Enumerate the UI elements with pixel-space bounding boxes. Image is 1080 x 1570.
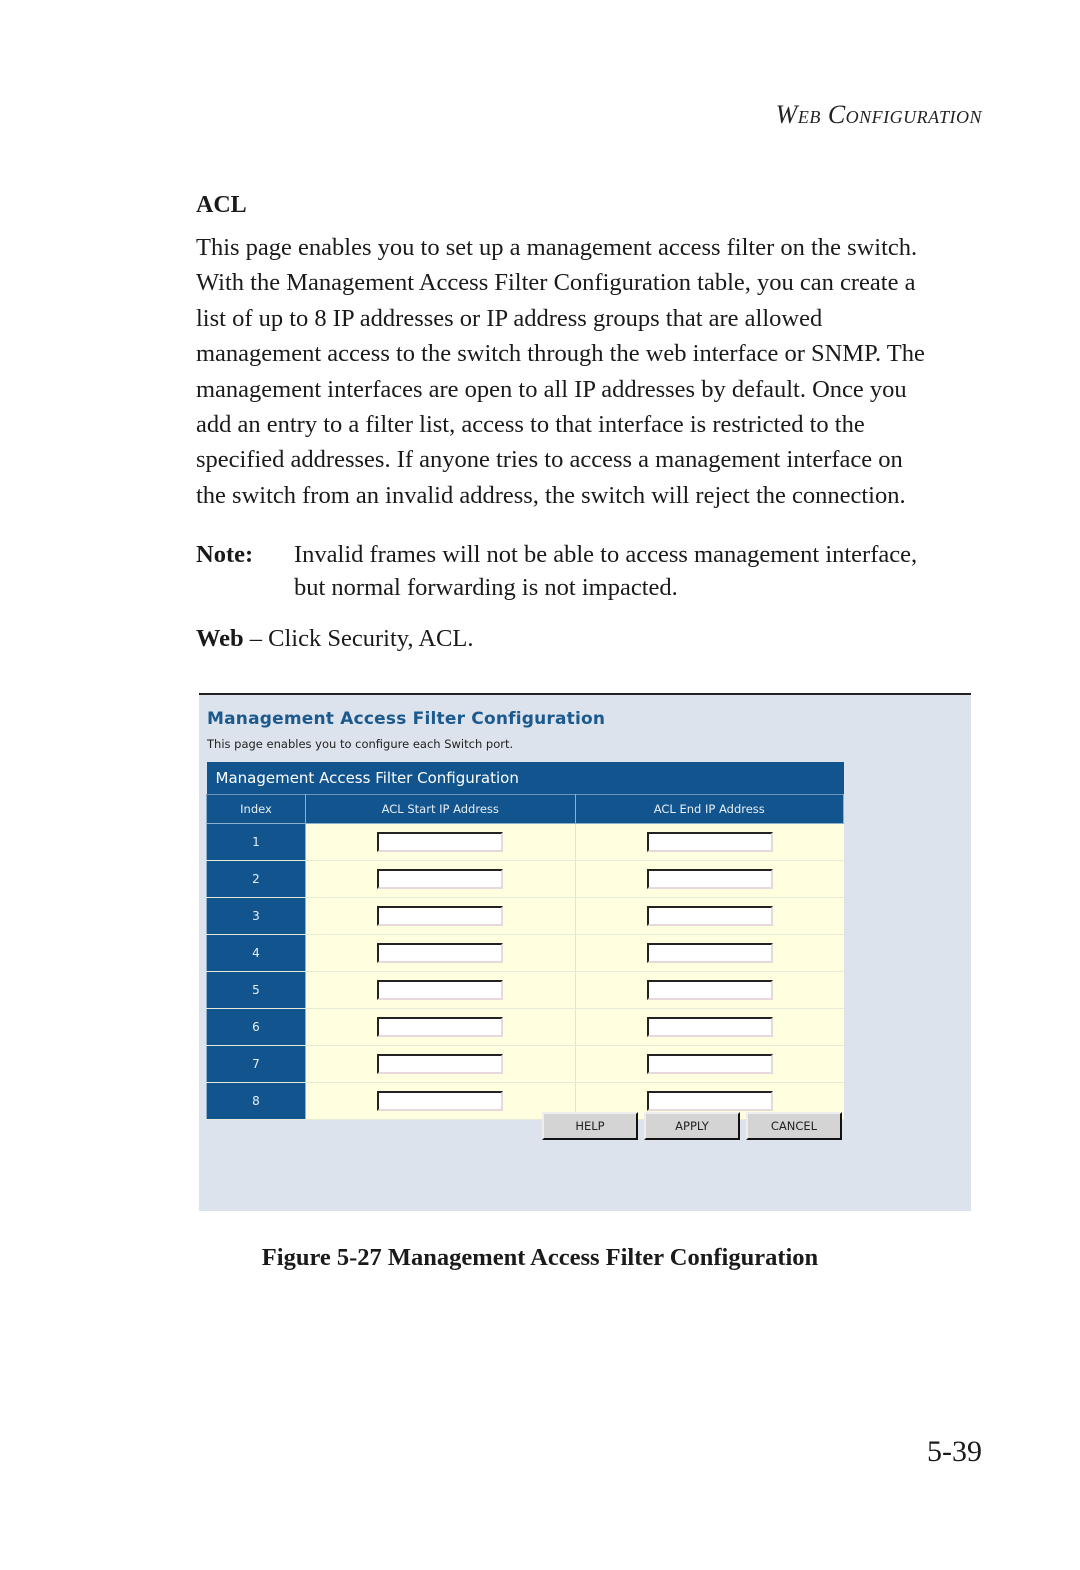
row-index: 4 [206,934,306,972]
end-ip-cell [574,823,844,861]
section-title: ACL [196,192,247,218]
start-ip-cell [305,971,576,1009]
note-label: Note: [196,541,254,568]
table-caption-row: Management Access Filter Configuration [206,762,844,795]
table-row: 7 [206,1045,844,1083]
help-button[interactable]: HELP [542,1112,638,1140]
body-paragraph: This page enables you to set up a manage… [196,230,986,513]
end-ip-input[interactable] [646,943,773,964]
start-ip-input[interactable] [377,906,504,927]
cancel-button[interactable]: CANCEL [746,1112,842,1140]
body-line: With the Management Access Filter Config… [196,269,916,297]
body-line: management access to the switch through … [196,340,925,368]
end-ip-input[interactable] [646,1017,773,1038]
web-instruction: Web – Click Security, ACL. [196,625,473,653]
start-ip-input[interactable] [377,980,504,1001]
start-ip-input[interactable] [377,869,504,890]
header-start-ip: ACL Start IP Address [305,794,576,824]
start-ip-cell [305,1045,576,1083]
note-text: Invalid frames will not be able to acces… [294,538,917,604]
start-ip-cell [305,1008,576,1046]
end-ip-cell [574,1045,844,1083]
row-index: 3 [206,897,306,935]
start-ip-cell [305,934,576,972]
body-line: management interfaces are open to all IP… [196,375,907,403]
row-index: 5 [206,971,306,1009]
table-row: 6 [206,1008,844,1046]
header-end-ip: ACL End IP Address [574,794,845,824]
table-header-row: Index ACL Start IP Address ACL End IP Ad… [206,794,845,824]
end-ip-input[interactable] [646,906,773,927]
web-instruction-text: – Click Security, ACL. [243,625,474,652]
row-index: 8 [206,1082,306,1120]
row-index: 1 [206,823,306,861]
note-line: Invalid frames will not be able to acces… [294,541,918,568]
table-row: 5 [206,971,844,1009]
page-number: 5-39 [927,1435,982,1468]
end-ip-cell [574,971,844,1009]
figure-caption: Figure 5-27 Management Access Filter Con… [261,1244,819,1271]
body-line: This page enables you to set up a manage… [196,234,918,261]
start-ip-cell [305,823,576,861]
apply-button[interactable]: APPLY [644,1112,740,1140]
start-ip-input[interactable] [377,1091,504,1112]
start-ip-input[interactable] [377,943,504,964]
table-row: 3 [206,897,844,935]
web-label: Web [196,625,244,652]
table-caption: Management Access Filter Configuration [206,762,844,795]
table-row: 4 [206,934,844,972]
body-line: add an entry to a filter list, access to… [196,411,865,439]
start-ip-input[interactable] [377,1054,504,1075]
end-ip-cell [574,1008,844,1046]
note-line: but normal forwarding is not impacted. [294,574,678,601]
row-index: 2 [206,860,306,898]
running-head: Web Configuration [775,100,982,129]
start-ip-input[interactable] [377,832,504,853]
table-row: 1 [206,823,844,861]
body-line: the switch from an invalid address, the … [196,481,906,509]
end-ip-cell [574,897,844,935]
table-row: 2 [206,860,844,898]
acl-table: Management Access Filter Configuration I… [206,762,845,1120]
config-page-title: Management Access Filter Configuration [207,709,606,729]
end-ip-cell [574,934,844,972]
start-ip-cell [305,860,576,898]
row-index: 7 [206,1045,306,1083]
row-index: 6 [206,1008,306,1046]
config-page-subtitle: This page enables you to configure each … [207,737,514,751]
header-index: Index [206,794,306,824]
end-ip-input[interactable] [646,980,773,1001]
start-ip-cell [305,1082,576,1120]
body-line: list of up to 8 IP addresses or IP addre… [196,304,823,332]
end-ip-cell [574,860,844,898]
end-ip-input[interactable] [646,869,773,890]
screenshot-figure: Management Access Filter Configuration T… [199,693,971,1211]
end-ip-input[interactable] [646,1054,773,1075]
start-ip-input[interactable] [377,1017,504,1038]
start-ip-cell [305,897,576,935]
end-ip-input[interactable] [646,832,773,853]
end-ip-input[interactable] [646,1091,773,1112]
body-line: specified addresses. If anyone tries to … [196,446,903,474]
